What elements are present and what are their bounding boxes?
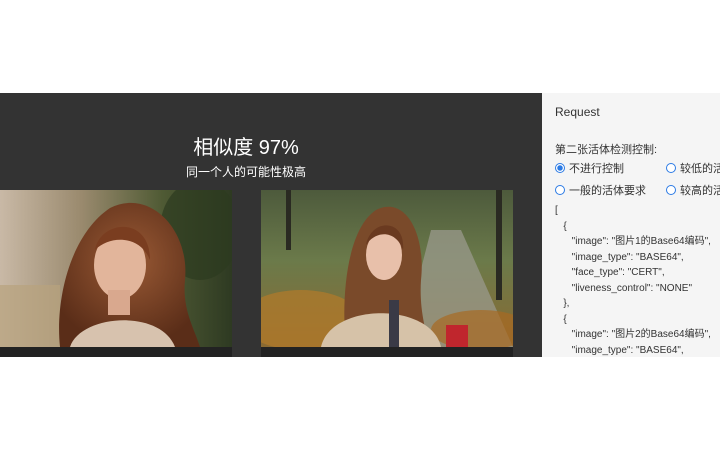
similarity-title: 相似度 97%	[193, 137, 299, 159]
radio-label: 一般的活体要求	[569, 185, 646, 197]
radio-label: 不进行控制	[569, 163, 624, 175]
radio-no-control[interactable]: 不进行控制	[555, 160, 624, 176]
request-panel: Request 第二张活体检测控制: 不进行控制 较低的活 一般的活体要求 较高…	[542, 93, 720, 357]
radio-label: 较低的活	[680, 163, 720, 175]
radio-low-liveness[interactable]: 较低的活	[666, 160, 720, 176]
request-title: Request	[555, 105, 600, 119]
result-area: 相似度 97% 同一个人的可能性极高	[0, 93, 542, 357]
radio-unchecked-icon	[666, 185, 676, 195]
request-json-code: [ { "image": "图片1的Base64编码", "image_type…	[555, 205, 711, 356]
radio-high-liveness[interactable]: 较高的活	[666, 182, 720, 198]
face-compare-demo: 相似度 97% 同一个人的可能性极高 Request 第二张活体检测控制: 不进…	[0, 93, 720, 357]
photo-1-footer	[0, 347, 232, 357]
similarity-subtitle: 同一个人的可能性极高	[185, 165, 306, 179]
radio-unchecked-icon	[666, 163, 676, 173]
liveness-control-label: 第二张活体检测控制:	[555, 144, 658, 156]
radio-unchecked-icon	[555, 185, 565, 195]
radio-label: 较高的活	[680, 185, 720, 197]
face-photo-2[interactable]	[261, 190, 513, 347]
face-photo-1-image	[0, 190, 232, 347]
photo-2-footer	[261, 347, 513, 357]
face-photo-1[interactable]	[0, 190, 232, 347]
face-photo-2-image	[261, 190, 513, 347]
radio-normal-liveness[interactable]: 一般的活体要求	[555, 182, 646, 198]
radio-checked-icon	[555, 163, 565, 173]
